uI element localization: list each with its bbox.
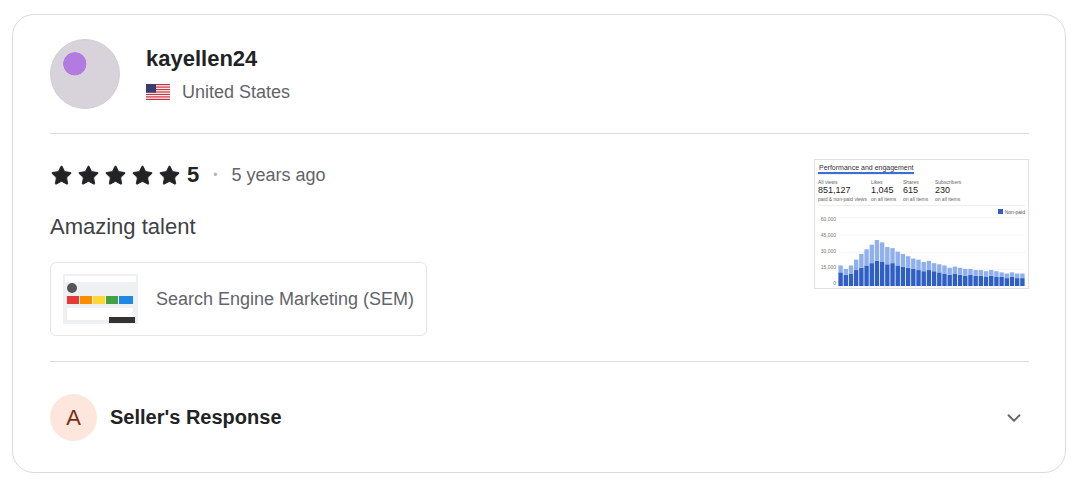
tag-thumbnail-image <box>63 274 138 324</box>
attachment-title: Performance and engagement <box>818 163 914 175</box>
chart-bar <box>911 258 915 286</box>
reviewer-header: kayellen24 United States <box>50 15 1029 134</box>
expand-button[interactable] <box>999 403 1029 433</box>
service-tag[interactable]: Search Engine Marketing (SEM) <box>50 262 427 336</box>
chart-bar <box>984 271 988 286</box>
chart-area: 60,00045,00030,00015,0000 <box>818 217 1025 286</box>
stat: Likes1,045on all items <box>871 179 899 202</box>
separator: • <box>213 168 217 182</box>
star-icon <box>131 164 154 187</box>
star-icon <box>50 164 73 187</box>
page: kayellen24 United States 5 • 5 years ago Amaz… <box>0 0 1078 488</box>
reviewer-country: United States <box>146 82 290 103</box>
chart-bar <box>958 268 962 286</box>
review-body: 5 • 5 years ago Amazing talent Search Engine… <box>50 134 1029 362</box>
views-bar-chart <box>838 217 1025 286</box>
chart-bar <box>1015 273 1019 286</box>
attachment-stats: All views851,127paid & non-paid viewsLik… <box>818 179 1025 206</box>
chart-bar <box>885 247 889 286</box>
us-flag-icon <box>146 84 170 100</box>
review-time: 5 years ago <box>231 165 325 186</box>
reviewer-avatar[interactable] <box>50 39 120 109</box>
chart-bar <box>937 264 941 286</box>
chart-bar <box>890 248 894 286</box>
chart-bar <box>968 269 972 286</box>
service-tag-label: Search Engine Marketing (SEM) <box>156 289 414 310</box>
chart-bar <box>953 266 957 286</box>
seller-response-label: Seller's Response <box>110 406 282 429</box>
chart-bar <box>994 271 998 286</box>
review-card: kayellen24 United States 5 • 5 years ago Amaz… <box>12 14 1066 473</box>
chart-bar <box>979 270 983 286</box>
seller-avatar: A <box>50 394 97 441</box>
chart-bar <box>922 262 926 286</box>
chart-bar <box>963 269 967 286</box>
chart-bar <box>942 265 946 286</box>
chart-bar <box>880 242 884 286</box>
chart-bar <box>896 251 900 286</box>
review-content: 5 • 5 years ago Amazing talent Search Engine… <box>50 159 427 336</box>
chevron-down-icon <box>1003 407 1025 429</box>
chart-bar <box>973 270 977 286</box>
chart-bar <box>901 254 905 286</box>
reviewer-info: kayellen24 United States <box>146 46 290 103</box>
stat: Subscribers230on all items <box>935 179 963 202</box>
review-text: Amazing talent <box>50 214 427 240</box>
reviewer-username[interactable]: kayellen24 <box>146 46 290 72</box>
chart-legend: Non-paid <box>818 209 1025 215</box>
chart-bar <box>1010 272 1014 286</box>
chart-bar <box>838 265 842 286</box>
chart-bar <box>870 244 874 286</box>
rating-value: 5 <box>187 162 199 188</box>
chart-bar <box>932 263 936 286</box>
chart-bar <box>859 254 863 286</box>
seller-response: A Seller's Response <box>50 362 1029 472</box>
country-name: United States <box>182 82 290 103</box>
chart-bar <box>875 240 879 286</box>
star-icon <box>104 164 127 187</box>
chart-bar <box>927 261 931 286</box>
rating-row: 5 • 5 years ago <box>50 162 427 188</box>
chart-bar <box>844 269 848 286</box>
chart-bar <box>854 259 858 286</box>
star-icon <box>158 164 181 187</box>
review-attachment[interactable]: Performance and engagement All views851,1… <box>814 159 1029 289</box>
chart-bar <box>906 256 910 286</box>
chart-bar <box>989 270 993 286</box>
chart-bar <box>1020 273 1024 286</box>
stat: Shares615on all items <box>903 179 931 202</box>
chart-bar <box>864 249 868 286</box>
y-axis-ticks: 60,00045,00030,00015,0000 <box>818 217 836 286</box>
chart-bar <box>1005 273 1009 286</box>
seller-response-header[interactable]: A Seller's Response <box>50 394 282 441</box>
chart-bar <box>999 272 1003 286</box>
stat: All views851,127paid & non-paid views <box>818 179 867 202</box>
star-icon <box>77 164 100 187</box>
chart-bar <box>916 259 920 286</box>
chart-bar <box>849 265 853 286</box>
chart-bar <box>947 268 951 286</box>
